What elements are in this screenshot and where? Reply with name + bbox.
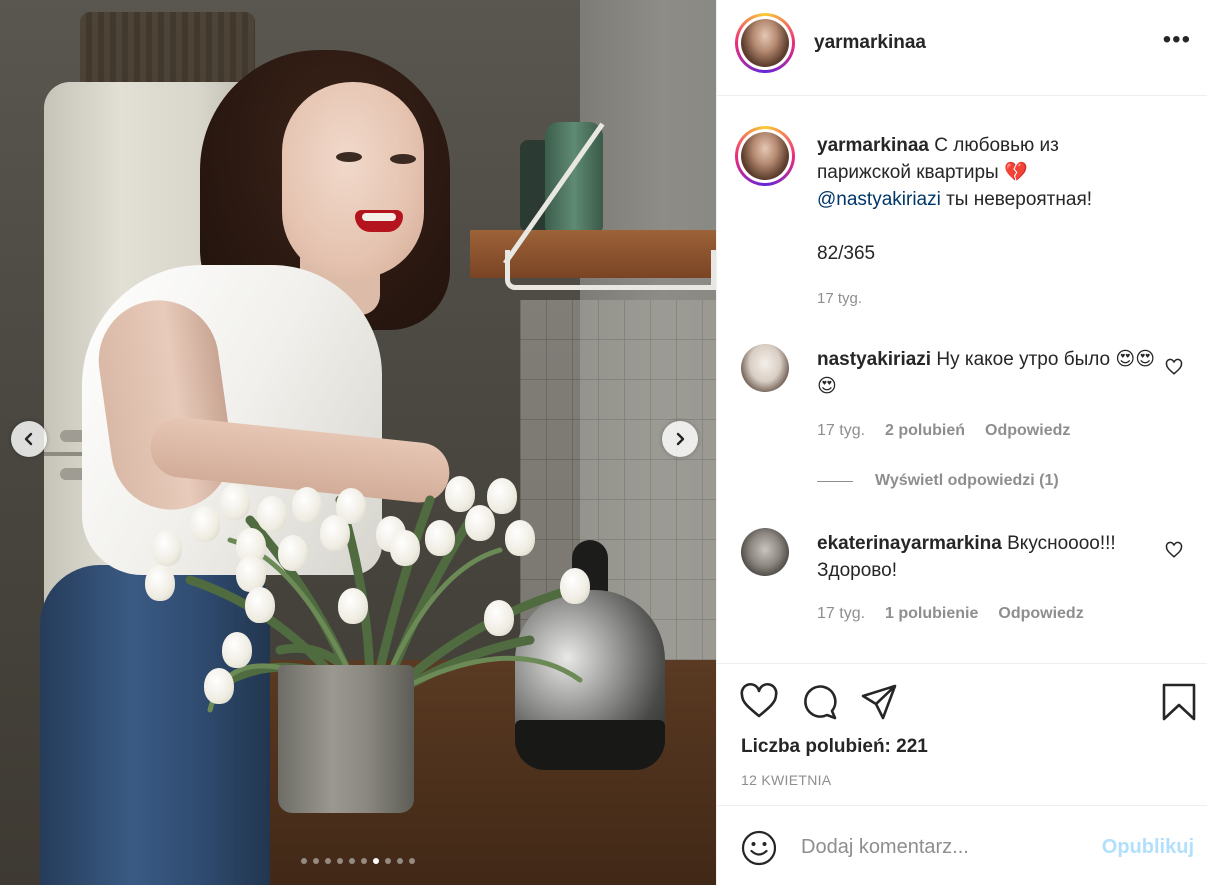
reply-button[interactable]: Odpowiedz (998, 605, 1083, 623)
face (282, 82, 424, 278)
tulip (560, 568, 590, 604)
tulip (487, 478, 517, 514)
author-avatar[interactable] (735, 13, 795, 73)
tulip (505, 520, 535, 556)
tulip (278, 535, 308, 571)
add-comment-bar: Opublikuj (717, 805, 1207, 885)
publish-button[interactable]: Opublikuj (1102, 836, 1194, 859)
chevron-left-icon (24, 432, 33, 446)
eye (336, 152, 362, 162)
more-options-icon[interactable]: ••• (1163, 28, 1191, 52)
carousel-dots (0, 858, 716, 864)
comment-avatar[interactable] (741, 344, 789, 392)
smiley-icon[interactable] (741, 830, 777, 866)
comment-like-icon[interactable] (1165, 358, 1183, 376)
heart-icon[interactable] (739, 682, 779, 722)
carousel-dot (409, 858, 415, 864)
tulip (445, 476, 475, 512)
tulip (292, 487, 322, 523)
tulip (245, 587, 275, 623)
kettle-base (515, 720, 665, 770)
tulip (338, 588, 368, 624)
comment-time[interactable]: 17 tyg. (817, 605, 865, 623)
replies-divider (817, 480, 853, 482)
tulip (222, 632, 252, 668)
carousel-dot (373, 858, 379, 864)
comment-meta: 17 tyg. 1 polubienie Odpowiedz (817, 605, 1084, 623)
tulip (425, 520, 455, 556)
author-username[interactable]: yarmarkinaa (814, 32, 926, 54)
carousel-dot (349, 858, 355, 864)
carousel-dot (397, 858, 403, 864)
caption-username[interactable]: yarmarkinaa (817, 135, 929, 156)
caption-time[interactable]: 17 tyg. (817, 290, 862, 307)
comment-username[interactable]: ekaterinayarmarkina (817, 533, 1002, 554)
tulip (257, 496, 287, 532)
post-caption: yarmarkinaa С любовью из парижской кварт… (817, 132, 1157, 267)
comment-icon[interactable] (799, 682, 839, 722)
carousel-dot (325, 858, 331, 864)
tulip (204, 668, 234, 704)
view-replies-label: Wyświetl odpowiedzi (1) (875, 472, 1059, 489)
comment-meta: 17 tyg. 2 polubień Odpowiedz (817, 422, 1070, 440)
carousel-dot (361, 858, 367, 864)
carousel-dot (301, 858, 307, 864)
tulip (220, 484, 250, 520)
comment-avatar[interactable] (741, 528, 789, 576)
tulip (390, 530, 420, 566)
bookmark-icon[interactable] (1159, 682, 1199, 722)
caption-text-2: ты невероятная! (946, 189, 1093, 210)
reply-button[interactable]: Odpowiedz (985, 422, 1070, 440)
comment: ekaterinayarmarkina Вкуснoooo!!! Здорово… (817, 530, 1157, 584)
comment-input[interactable] (801, 832, 1091, 862)
comment-time[interactable]: 17 tyg. (817, 422, 865, 440)
wicker-basket (80, 12, 255, 84)
likes-count[interactable]: Liczba polubień: 221 (741, 736, 928, 758)
comment-likes[interactable]: 1 polubienie (885, 605, 978, 623)
post-header: yarmarkinaa ••• (717, 0, 1207, 96)
tulip (145, 565, 175, 601)
tulip (190, 506, 220, 542)
carousel-prev-button[interactable] (11, 421, 47, 457)
comment-username[interactable]: nastyakiriazi (817, 349, 931, 370)
caption-mention[interactable]: @nastyakiriazi (817, 189, 941, 210)
share-icon[interactable] (859, 682, 899, 722)
comment-like-icon[interactable] (1165, 541, 1183, 559)
tulip (484, 600, 514, 636)
comment: nastyakiriazi Ну какое утро было 😍😍😍 (817, 346, 1157, 400)
tulip (152, 530, 182, 566)
caption-avatar[interactable] (735, 126, 795, 186)
chevron-right-icon (676, 432, 685, 446)
shelf-bracket (505, 250, 716, 290)
caption-counter: 82/365 (817, 243, 876, 264)
post-actions: Liczba polubień: 221 12 KWIETNIA (717, 663, 1207, 805)
post-photo[interactable] (0, 0, 716, 885)
teeth (362, 213, 396, 221)
view-replies-button[interactable]: Wyświetl odpowiedzi (1) (817, 472, 1059, 490)
carousel-next-button[interactable] (662, 421, 698, 457)
carousel-dot (337, 858, 343, 864)
tulip (465, 505, 495, 541)
tulip (320, 515, 350, 551)
comment-likes[interactable]: 2 polubień (885, 422, 965, 440)
metal-bucket (278, 665, 414, 813)
eye (390, 154, 416, 164)
carousel-dot (313, 858, 319, 864)
post-date[interactable]: 12 KWIETNIA (741, 772, 831, 788)
post-side-panel: yarmarkinaa ••• yarmarkinaa С любовью из… (716, 0, 1207, 885)
carousel-dot (385, 858, 391, 864)
